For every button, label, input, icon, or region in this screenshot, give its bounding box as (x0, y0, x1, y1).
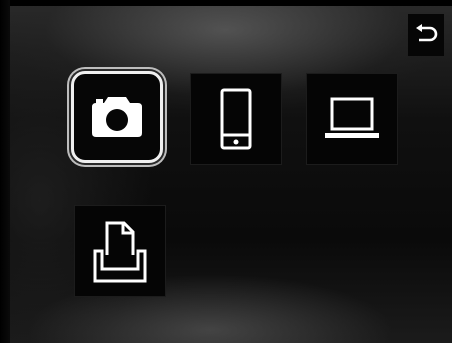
camera-option[interactable] (71, 71, 163, 163)
camera-icon (92, 97, 142, 137)
laptop-icon (325, 97, 379, 138)
printer-option[interactable] (74, 205, 166, 297)
smartphone-icon (220, 88, 252, 150)
smartphone-option[interactable] (190, 73, 282, 165)
bezel-left (0, 0, 10, 343)
printer-icon (93, 221, 147, 283)
connection-menu-screen (0, 0, 452, 343)
bezel-top (0, 0, 452, 6)
back-button[interactable] (408, 14, 444, 56)
computer-option[interactable] (306, 73, 398, 165)
back-arrow-icon (416, 24, 438, 42)
